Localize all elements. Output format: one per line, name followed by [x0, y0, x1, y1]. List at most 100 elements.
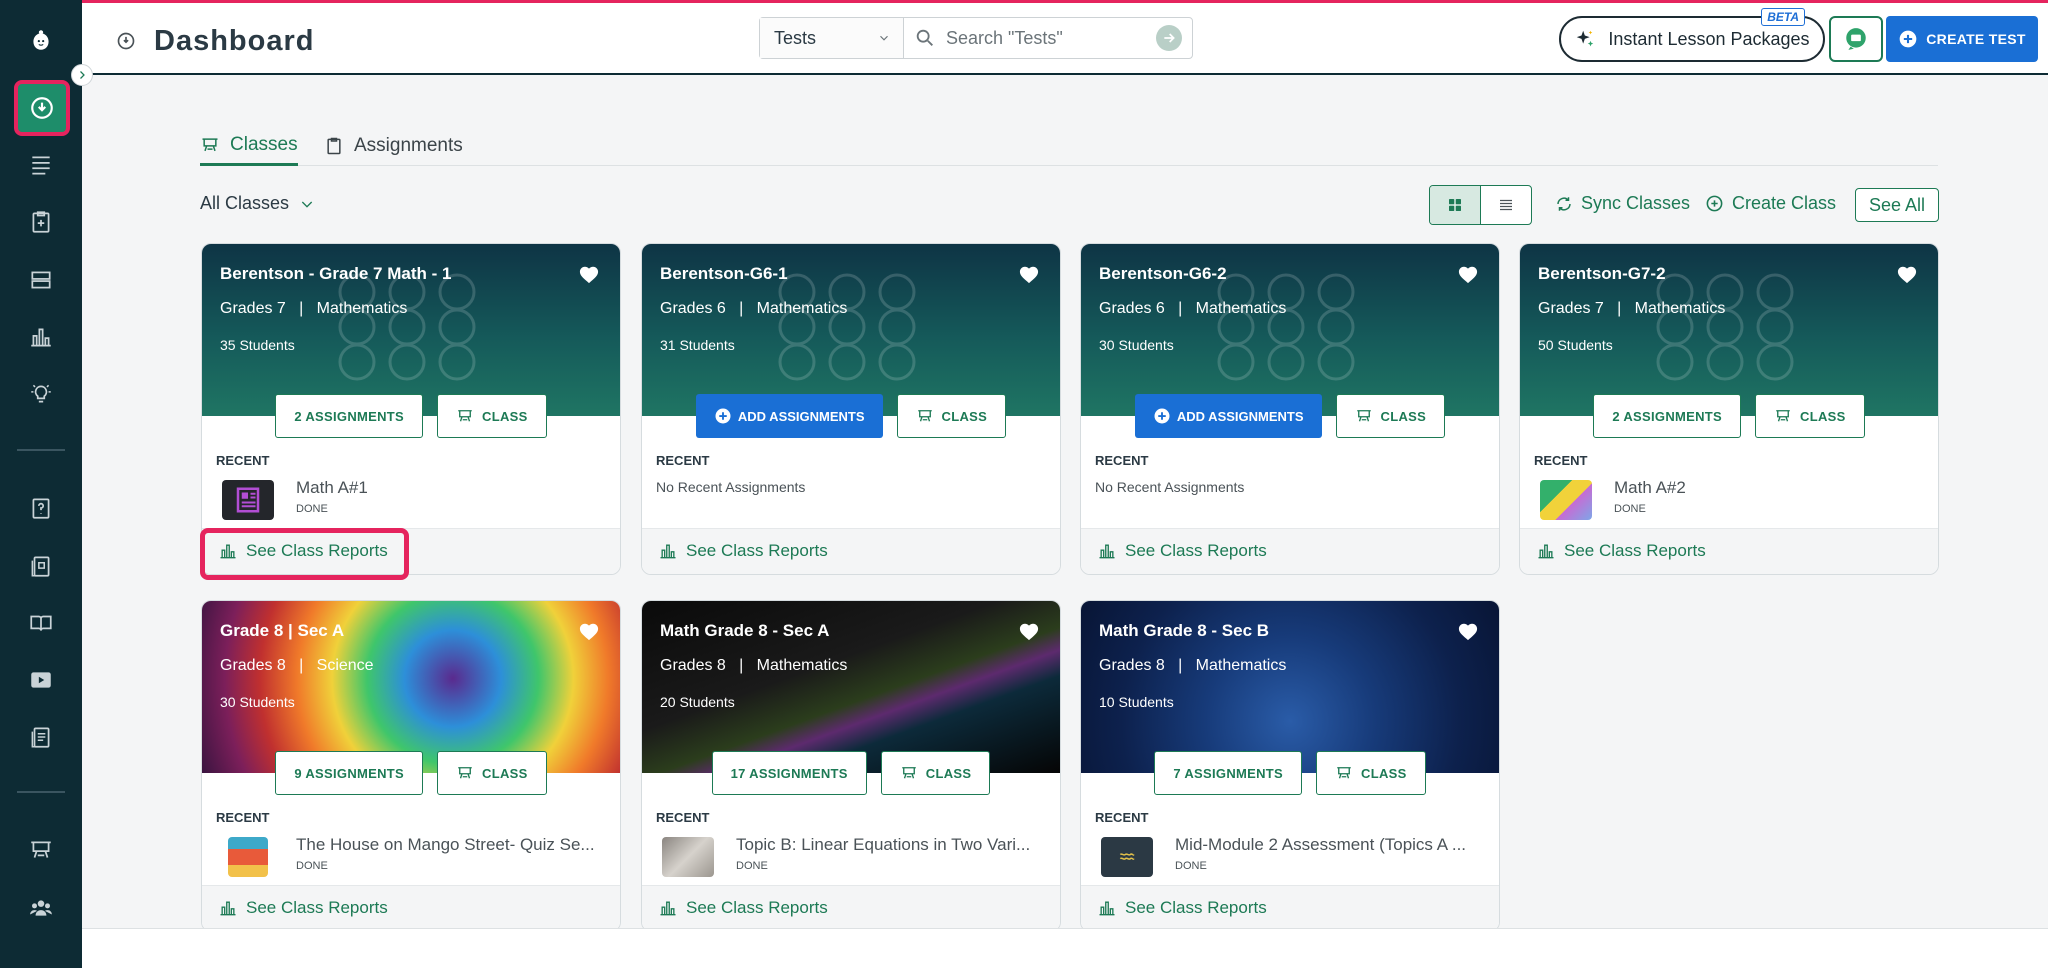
see-class-reports-link[interactable]: See Class Reports — [1097, 898, 1267, 918]
class-subject: Science — [316, 657, 374, 674]
favorite-heart-icon[interactable] — [1457, 264, 1479, 284]
student-count: 10 Students — [1099, 694, 1174, 710]
separator: | — [739, 657, 744, 674]
see-class-reports-link[interactable]: See Class Reports — [1536, 541, 1706, 561]
class-name[interactable]: Math Grade 8 - Sec B — [1099, 621, 1269, 641]
class-name[interactable]: Berentson - Grade 7 Math - 1 — [220, 264, 451, 284]
tab-classes-label: Classes — [230, 133, 298, 155]
search-scope-value: Tests — [774, 27, 817, 48]
playlist-icon[interactable] — [21, 260, 61, 300]
class-name[interactable]: Grade 8 | Sec A — [220, 621, 344, 641]
recent-label: RECENT — [656, 453, 710, 468]
test-library-icon[interactable] — [21, 546, 61, 586]
arrow-right-icon — [1164, 33, 1175, 43]
menu-list-icon[interactable] — [21, 145, 61, 185]
recent-assignment-name[interactable]: Math A#1 — [296, 478, 616, 498]
instant-lesson-packages-button[interactable]: Instant Lesson Packages BETA — [1559, 8, 1825, 62]
classes-board-icon — [917, 410, 932, 422]
see-all-button[interactable]: See All — [1855, 188, 1939, 222]
class-button[interactable]: CLASS — [437, 751, 547, 795]
create-class-button[interactable]: Create Class — [1705, 193, 1836, 214]
class-card[interactable]: Berentson-G6-1 Grades 6 | Mathematics 31… — [641, 243, 1061, 575]
add-assignments-button[interactable]: ADD ASSIGNMENTS — [1134, 394, 1322, 438]
insights-bulb-icon[interactable] — [21, 374, 61, 414]
class-button[interactable]: CLASS — [896, 394, 1007, 438]
class-button[interactable]: CLASS — [1755, 394, 1865, 438]
reports-icon — [220, 901, 236, 916]
class-card[interactable]: Berentson-G6-2 Grades 6 | Mathematics 30… — [1080, 243, 1500, 575]
sidebar-expand-button[interactable] — [71, 64, 93, 86]
reports-icon[interactable] — [21, 317, 61, 357]
see-class-reports-label: See Class Reports — [1125, 898, 1267, 917]
recent-assignment-name[interactable]: Math A#2 — [1614, 478, 1934, 498]
search-input[interactable]: Search "Tests" — [904, 18, 1192, 58]
favorite-heart-icon[interactable] — [578, 621, 600, 641]
search-go-button[interactable] — [1156, 25, 1182, 51]
add-assignments-button[interactable]: ADD ASSIGNMENTS — [695, 394, 883, 438]
class-button[interactable]: CLASS — [1335, 394, 1446, 438]
class-button[interactable]: CLASS — [1316, 751, 1426, 795]
see-class-reports-link[interactable]: See Class Reports — [1097, 541, 1267, 561]
question-bank-icon[interactable] — [21, 488, 61, 528]
recent-assignment-status: DONE — [1175, 860, 1207, 872]
list-view-button[interactable] — [1481, 186, 1531, 224]
recent-assignment-name[interactable]: Topic B: Linear Equations in Two Vari... — [736, 835, 1056, 855]
see-class-reports-link[interactable]: See Class Reports — [218, 541, 388, 561]
view-toggle — [1429, 185, 1532, 225]
class-card[interactable]: Math Grade 8 - Sec A Grades 8 | Mathemat… — [641, 600, 1061, 932]
favorite-heart-icon[interactable] — [1018, 264, 1040, 284]
see-class-reports-link[interactable]: See Class Reports — [658, 898, 828, 918]
assignments-button[interactable]: 17 ASSIGNMENTS — [711, 751, 867, 795]
recent-assignment-thumbnail — [662, 837, 714, 877]
grid-view-button[interactable] — [1430, 186, 1481, 224]
class-grade: Grades 8 — [660, 657, 726, 674]
separator: | — [1178, 657, 1183, 674]
class-subject: Mathematics — [316, 300, 408, 317]
class-name[interactable]: Berentson-G6-1 — [660, 264, 788, 284]
assignments-button[interactable]: 2 ASSIGNMENTS — [1593, 394, 1742, 438]
create-test-label: CREATE TEST — [1926, 31, 2026, 47]
logo-icon[interactable] — [21, 20, 61, 60]
search-bar: Tests Search "Tests" — [759, 17, 1193, 59]
favorite-heart-icon[interactable] — [1018, 621, 1040, 641]
video-icon[interactable] — [21, 660, 61, 700]
see-class-reports-link[interactable]: See Class Reports — [658, 541, 828, 561]
class-card[interactable]: Grade 8 | Sec A Grades 8 | Science 30 St… — [201, 600, 621, 932]
users-group-icon[interactable] — [21, 888, 61, 928]
assignment-icon[interactable] — [21, 202, 61, 242]
search-scope-select[interactable]: Tests — [760, 18, 904, 58]
favorite-heart-icon[interactable] — [1457, 621, 1479, 641]
top-header: Dashboard Tests Search "Tests" Instant L… — [82, 3, 2048, 75]
classes-board-icon[interactable] — [21, 830, 61, 870]
class-name[interactable]: Berentson-G6-2 — [1099, 264, 1227, 284]
class-grade-subject: Grades 8 | Mathematics — [1099, 657, 1286, 675]
recent-assignment-name[interactable]: The House on Mango Street- Quiz Se... — [296, 835, 616, 855]
see-class-reports-link[interactable]: See Class Reports — [218, 898, 388, 918]
dashboard-icon[interactable] — [14, 80, 70, 136]
class-subject: Mathematics — [1634, 300, 1726, 317]
class-button[interactable]: CLASS — [437, 394, 547, 438]
class-card[interactable]: Berentson-G7-2 Grades 7 | Mathematics 50… — [1519, 243, 1939, 575]
class-button[interactable]: CLASS — [880, 751, 991, 795]
tab-classes[interactable]: Classes — [200, 126, 298, 166]
assignments-button[interactable]: 7 ASSIGNMENTS — [1154, 751, 1303, 795]
favorite-heart-icon[interactable] — [1896, 264, 1918, 284]
assignments-button[interactable]: 2 ASSIGNMENTS — [275, 394, 424, 438]
class-name[interactable]: Math Grade 8 - Sec A — [660, 621, 829, 641]
class-name[interactable]: Berentson-G7-2 — [1538, 264, 1666, 284]
tab-assignments[interactable]: Assignments — [324, 126, 463, 166]
documents-icon[interactable] — [21, 717, 61, 757]
class-filter-dropdown[interactable]: All Classes — [200, 193, 315, 214]
recent-assignment-name[interactable]: Mid-Module 2 Assessment (Topics A ... — [1175, 835, 1495, 855]
class-card[interactable]: Berentson - Grade 7 Math - 1 Grades 7 | … — [201, 243, 621, 575]
assignments-button[interactable]: 9 ASSIGNMENTS — [275, 751, 424, 795]
favorite-heart-icon[interactable] — [578, 264, 600, 284]
class-grade: Grades 7 — [220, 300, 286, 317]
sync-classes-button[interactable]: Sync Classes — [1555, 193, 1690, 214]
book-icon[interactable] — [21, 603, 61, 643]
chat-button[interactable] — [1829, 16, 1883, 62]
class-grade-subject: Grades 6 | Mathematics — [660, 300, 847, 318]
class-card[interactable]: Math Grade 8 - Sec B Grades 8 | Mathemat… — [1080, 600, 1500, 932]
class-card-footer: See Class Reports — [642, 885, 1060, 931]
create-test-button[interactable]: CREATE TEST — [1886, 16, 2038, 62]
